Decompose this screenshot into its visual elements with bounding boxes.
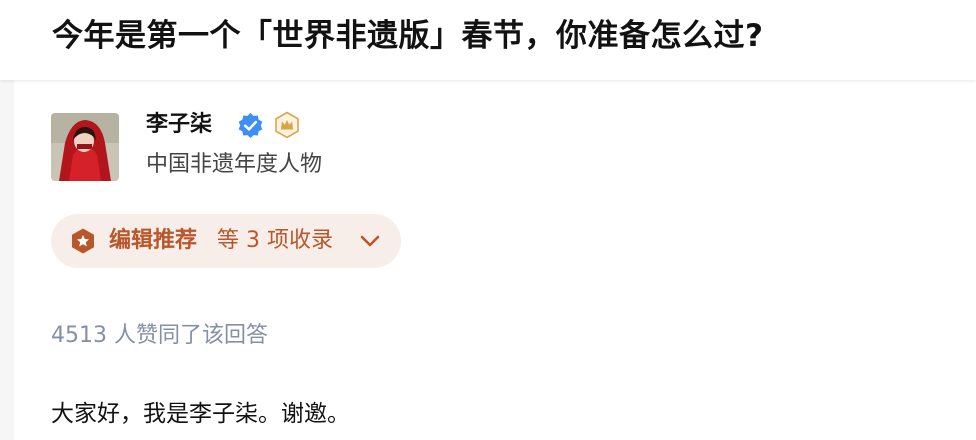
verified-check-icon — [238, 112, 263, 139]
answer-paragraph: 大家好，我是李子柒。谢邀。 — [51, 401, 350, 427]
avatar-image — [51, 113, 119, 181]
crown-badge-icon — [275, 111, 299, 139]
hexagon-badge-icon — [72, 228, 94, 254]
author-name[interactable]: 李子柒 — [146, 108, 212, 142]
collection-strong-label: 编辑推荐 — [109, 228, 198, 253]
collection-pill[interactable]: 编辑推荐 等 3 项收录 — [51, 214, 401, 268]
collection-count-label: 等 3 项收录 — [217, 228, 333, 253]
chevron-down-icon — [360, 235, 380, 247]
vote-count-text: 4513 人赞同了该回答 — [51, 323, 268, 348]
question-header: 今年是第一个「世界非遗版」春节，你准备怎么过? — [0, 0, 976, 80]
author-avatar[interactable] — [51, 113, 119, 181]
author-bio: 中国非遗年度人物 — [146, 152, 323, 177]
question-title[interactable]: 今年是第一个「世界非遗版」春节，你准备怎么过? — [52, 14, 763, 58]
